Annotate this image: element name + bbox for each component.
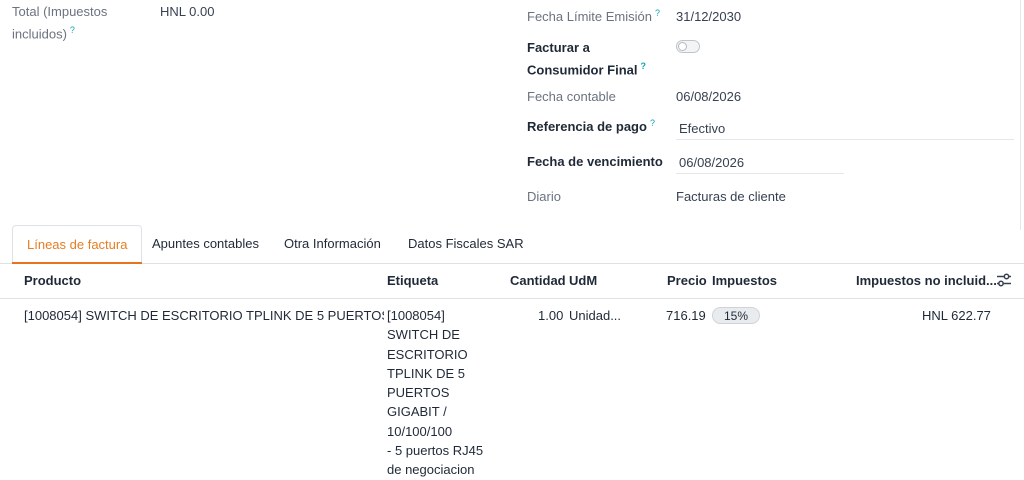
col-impuestos[interactable]: Impuestos — [712, 263, 777, 298]
help-icon[interactable]: ? — [70, 25, 75, 35]
fecha-limite-value: 31/12/2030 — [676, 9, 742, 24]
table-header: Producto Etiqueta Cantidad UdM Precio Im… — [0, 263, 1024, 299]
referencia-pago-input[interactable]: Efectivo — [679, 121, 725, 136]
toggle-knob — [678, 42, 687, 51]
cell-cantidad[interactable]: 1.00 — [538, 308, 563, 323]
consumidor-final-field: Facturar a Consumidor Final? — [527, 38, 667, 79]
panel-divider — [1020, 0, 1021, 230]
tab-otra-informacion[interactable]: Otra Información — [270, 225, 395, 262]
help-icon[interactable]: ? — [655, 8, 660, 18]
referencia-pago-label: Referencia de pago — [527, 119, 647, 134]
cell-etiqueta[interactable]: [1008054] SWITCH DE ESCRITORIO TPLINK DE… — [387, 306, 497, 480]
fecha-vencimiento-underline — [676, 173, 844, 174]
cell-producto[interactable]: [1008054] SWITCH DE ESCRITORIO TPLINK DE… — [24, 308, 384, 323]
col-precio[interactable]: Precio — [667, 263, 707, 298]
fecha-vencimiento-input[interactable]: 06/08/2026 — [679, 155, 744, 170]
total-value: HNL 0.00 — [160, 4, 215, 19]
notebook-tabs: Líneas de factura Apuntes contables Otra… — [0, 225, 1024, 264]
fecha-contable-label: Fecha contable — [527, 89, 616, 104]
fecha-vencimiento-label: Fecha de vencimiento — [527, 154, 663, 169]
total-field: Total (Impuestos incluidos)? — [12, 2, 132, 43]
diario-label: Diario — [527, 189, 561, 204]
help-icon[interactable]: ? — [650, 118, 655, 128]
col-impuestos-no-incluidos[interactable]: Impuestos no incluid... — [856, 263, 997, 298]
consumidor-final-label: Facturar a Consumidor Final — [527, 40, 638, 78]
cell-subtotal: HNL 622.77 — [922, 308, 991, 323]
total-label: Total (Impuestos incluidos) — [12, 4, 108, 42]
fecha-contable-field: Fecha contable — [527, 87, 616, 106]
diario-field: Diario — [527, 187, 561, 206]
col-etiqueta[interactable]: Etiqueta — [387, 263, 438, 298]
fecha-limite-field: Fecha Límite Emisión? — [527, 7, 660, 26]
referencia-pago-underline — [676, 139, 1014, 140]
column-settings-icon[interactable] — [996, 273, 1012, 287]
cell-precio[interactable]: 716.19 — [666, 308, 706, 323]
consumidor-final-toggle[interactable] — [676, 40, 700, 53]
fecha-limite-label: Fecha Límite Emisión — [527, 9, 652, 24]
tab-apuntes-contables[interactable]: Apuntes contables — [138, 225, 273, 262]
col-cantidad[interactable]: Cantidad — [510, 263, 566, 298]
tab-datos-fiscales[interactable]: Datos Fiscales SAR — [394, 225, 538, 262]
tax-badge[interactable]: 15% — [712, 307, 761, 324]
fecha-vencimiento-field: Fecha de vencimiento — [527, 152, 663, 171]
tab-lineas-factura[interactable]: Líneas de factura — [12, 225, 143, 264]
help-icon[interactable]: ? — [641, 61, 647, 71]
col-udm[interactable]: UdM — [569, 263, 597, 298]
referencia-pago-field: Referencia de pago? — [527, 117, 655, 136]
col-producto[interactable]: Producto — [24, 263, 81, 298]
fecha-contable-value: 06/08/2026 — [676, 89, 742, 104]
diario-value: Facturas de cliente — [676, 189, 786, 204]
cell-udm[interactable]: Unidad... — [569, 308, 621, 323]
